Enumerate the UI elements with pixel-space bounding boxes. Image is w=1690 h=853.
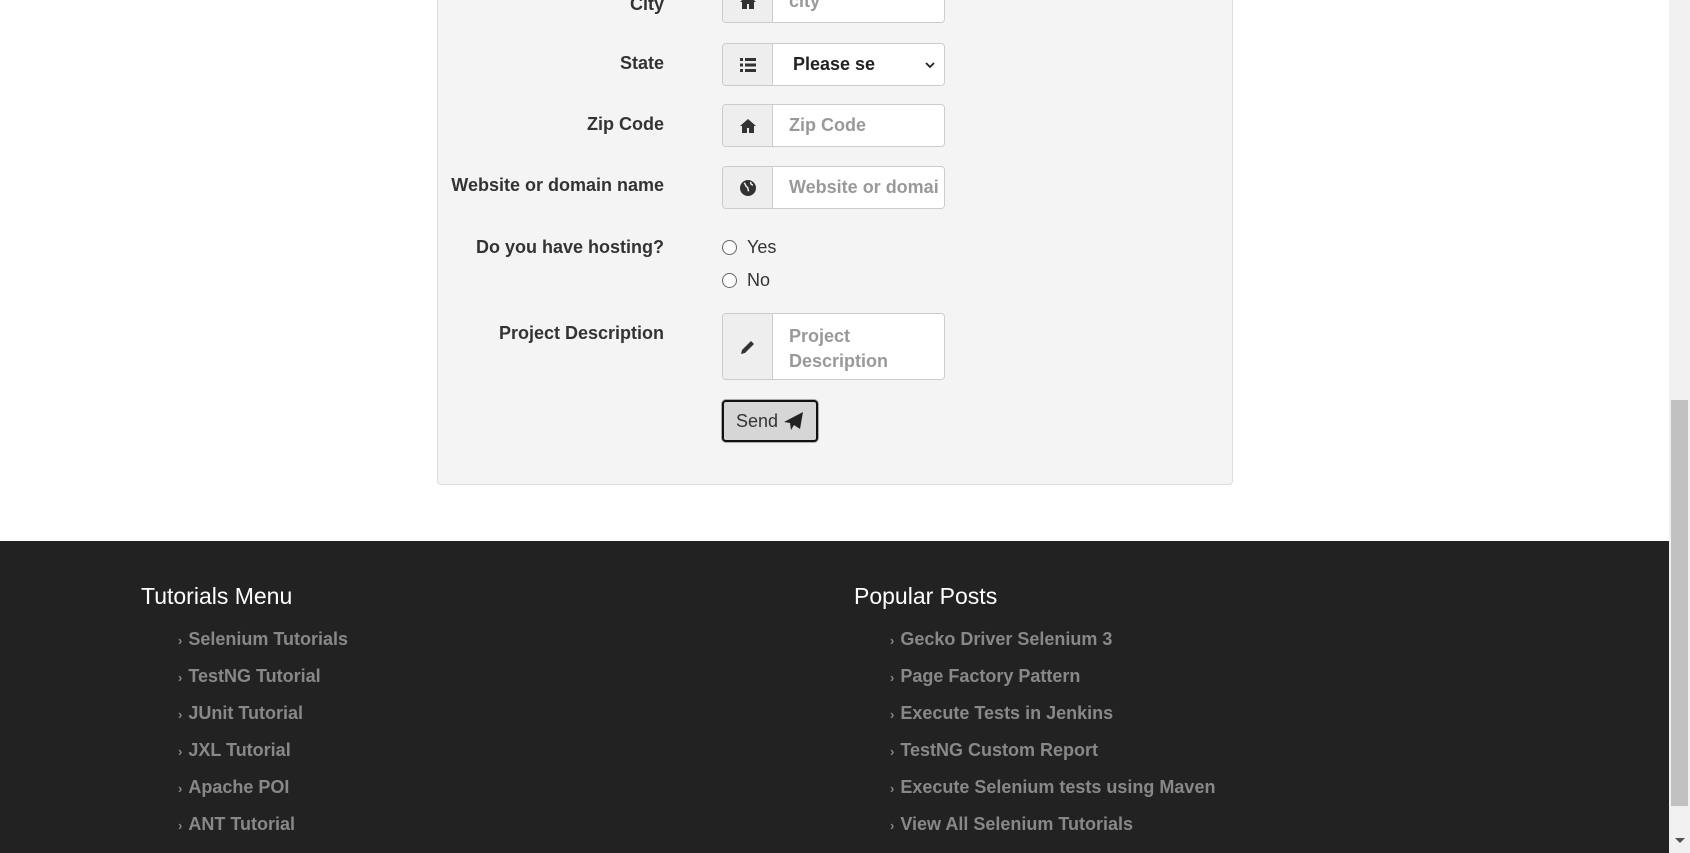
zip-input-group: Zip Code bbox=[722, 104, 945, 147]
footer-link-label: JXL Tutorial bbox=[188, 740, 291, 760]
tutorials-menu-title: Tutorials Menu bbox=[141, 583, 293, 609]
hosting-label: Do you have hosting? bbox=[475, 237, 664, 257]
chevron-right-icon: › bbox=[178, 707, 183, 722]
footer-link[interactable]: › Apache POI bbox=[178, 777, 289, 798]
footer-link[interactable]: › Page Factory Pattern bbox=[890, 666, 1080, 687]
footer-link[interactable]: › View All Selenium Tutorials bbox=[890, 814, 1133, 835]
footer-link-label: Selenium Tutorials bbox=[188, 629, 349, 649]
footer-link-label: Execute Selenium tests using Maven bbox=[900, 777, 1216, 797]
zip-label: Zip Code bbox=[587, 114, 664, 134]
chevron-right-icon: › bbox=[178, 818, 183, 833]
zip-input[interactable]: Zip Code bbox=[773, 105, 944, 146]
radio-label: Yes bbox=[747, 237, 777, 257]
website-label: Website or domain name bbox=[451, 175, 664, 195]
chevron-right-icon: › bbox=[890, 781, 895, 796]
footer-link-label: View All Selenium Tutorials bbox=[900, 814, 1134, 834]
vertical-scrollbar[interactable] bbox=[1669, 0, 1690, 853]
chevron-right-icon: › bbox=[178, 633, 183, 648]
footer-link-label: TestNG Custom Report bbox=[900, 740, 1099, 760]
chevron-right-icon: › bbox=[890, 670, 895, 685]
hosting-no-radio[interactable]: No bbox=[722, 270, 770, 291]
website-input-group: Website or domai bbox=[722, 166, 945, 209]
state-select[interactable]: Please se bbox=[773, 44, 944, 85]
footer-link[interactable]: › Selenium Tutorials bbox=[178, 629, 348, 650]
state-input-group: Please se bbox=[722, 43, 945, 86]
radio-label: No bbox=[747, 270, 771, 290]
city-input[interactable]: city bbox=[773, 0, 944, 22]
chevron-down-icon bbox=[925, 61, 935, 68]
hosting-yes-radio[interactable]: Yes bbox=[722, 237, 776, 258]
chevron-right-icon: › bbox=[890, 744, 895, 759]
home-icon bbox=[723, 105, 773, 146]
pencil-icon bbox=[723, 314, 773, 379]
state-label: State bbox=[619, 53, 664, 73]
popular-posts-title: Popular Posts bbox=[854, 583, 998, 609]
footer-link[interactable]: › Gecko Driver Selenium 3 bbox=[890, 629, 1112, 650]
chevron-right-icon: › bbox=[178, 670, 183, 685]
send-label: Send bbox=[735, 410, 779, 431]
footer: Tutorials Menu Popular Posts › Selenium T… bbox=[0, 541, 1669, 853]
footer-link[interactable]: › Execute Selenium tests using Maven bbox=[890, 777, 1215, 798]
chevron-right-icon: › bbox=[890, 818, 895, 833]
page: City city State Please se Zip Code Zip C… bbox=[0, 0, 1669, 853]
city-input-group: city bbox=[722, 0, 945, 23]
description-input-group: Project Description bbox=[722, 313, 945, 380]
footer-link[interactable]: › JXL Tutorial bbox=[178, 740, 291, 761]
footer-link-label: TestNG Tutorial bbox=[188, 666, 321, 686]
footer-link[interactable]: › TestNG Custom Report bbox=[890, 740, 1098, 761]
send-button[interactable]: Send bbox=[722, 400, 818, 442]
chevron-right-icon: › bbox=[890, 633, 895, 648]
list-icon bbox=[723, 44, 773, 85]
scrollbar-thumb[interactable] bbox=[1671, 400, 1688, 806]
footer-link-label: Execute Tests in Jenkins bbox=[900, 703, 1114, 723]
chevron-right-icon: › bbox=[178, 744, 183, 759]
radio-circle[interactable] bbox=[722, 240, 737, 255]
city-label: City bbox=[629, 0, 664, 14]
home-icon bbox=[723, 0, 773, 22]
footer-link[interactable]: › JUnit Tutorial bbox=[178, 703, 303, 724]
footer-link-label: JUnit Tutorial bbox=[188, 703, 304, 723]
footer-link-label: ANT Tutorial bbox=[188, 814, 295, 834]
footer-link-label: Page Factory Pattern bbox=[900, 666, 1081, 686]
chevron-right-icon: › bbox=[890, 707, 895, 722]
footer-link[interactable]: › Execute Tests in Jenkins bbox=[890, 703, 1113, 724]
description-textarea[interactable]: Project Description bbox=[773, 314, 944, 379]
footer-link-label: Apache POI bbox=[188, 777, 290, 797]
website-input[interactable]: Website or domai bbox=[773, 167, 944, 208]
chevron-right-icon: › bbox=[178, 781, 183, 796]
globe-icon bbox=[723, 167, 773, 208]
description-label: Project Description bbox=[498, 323, 664, 343]
footer-link[interactable]: › TestNG Tutorial bbox=[178, 666, 321, 687]
footer-link[interactable]: › ANT Tutorial bbox=[178, 814, 295, 835]
state-select-value: Please se bbox=[793, 54, 876, 74]
scroll-down-arrow-icon[interactable] bbox=[1675, 838, 1685, 843]
footer-link-label: Gecko Driver Selenium 3 bbox=[900, 629, 1113, 649]
radio-circle[interactable] bbox=[722, 273, 737, 288]
paper-plane-icon bbox=[784, 412, 804, 430]
